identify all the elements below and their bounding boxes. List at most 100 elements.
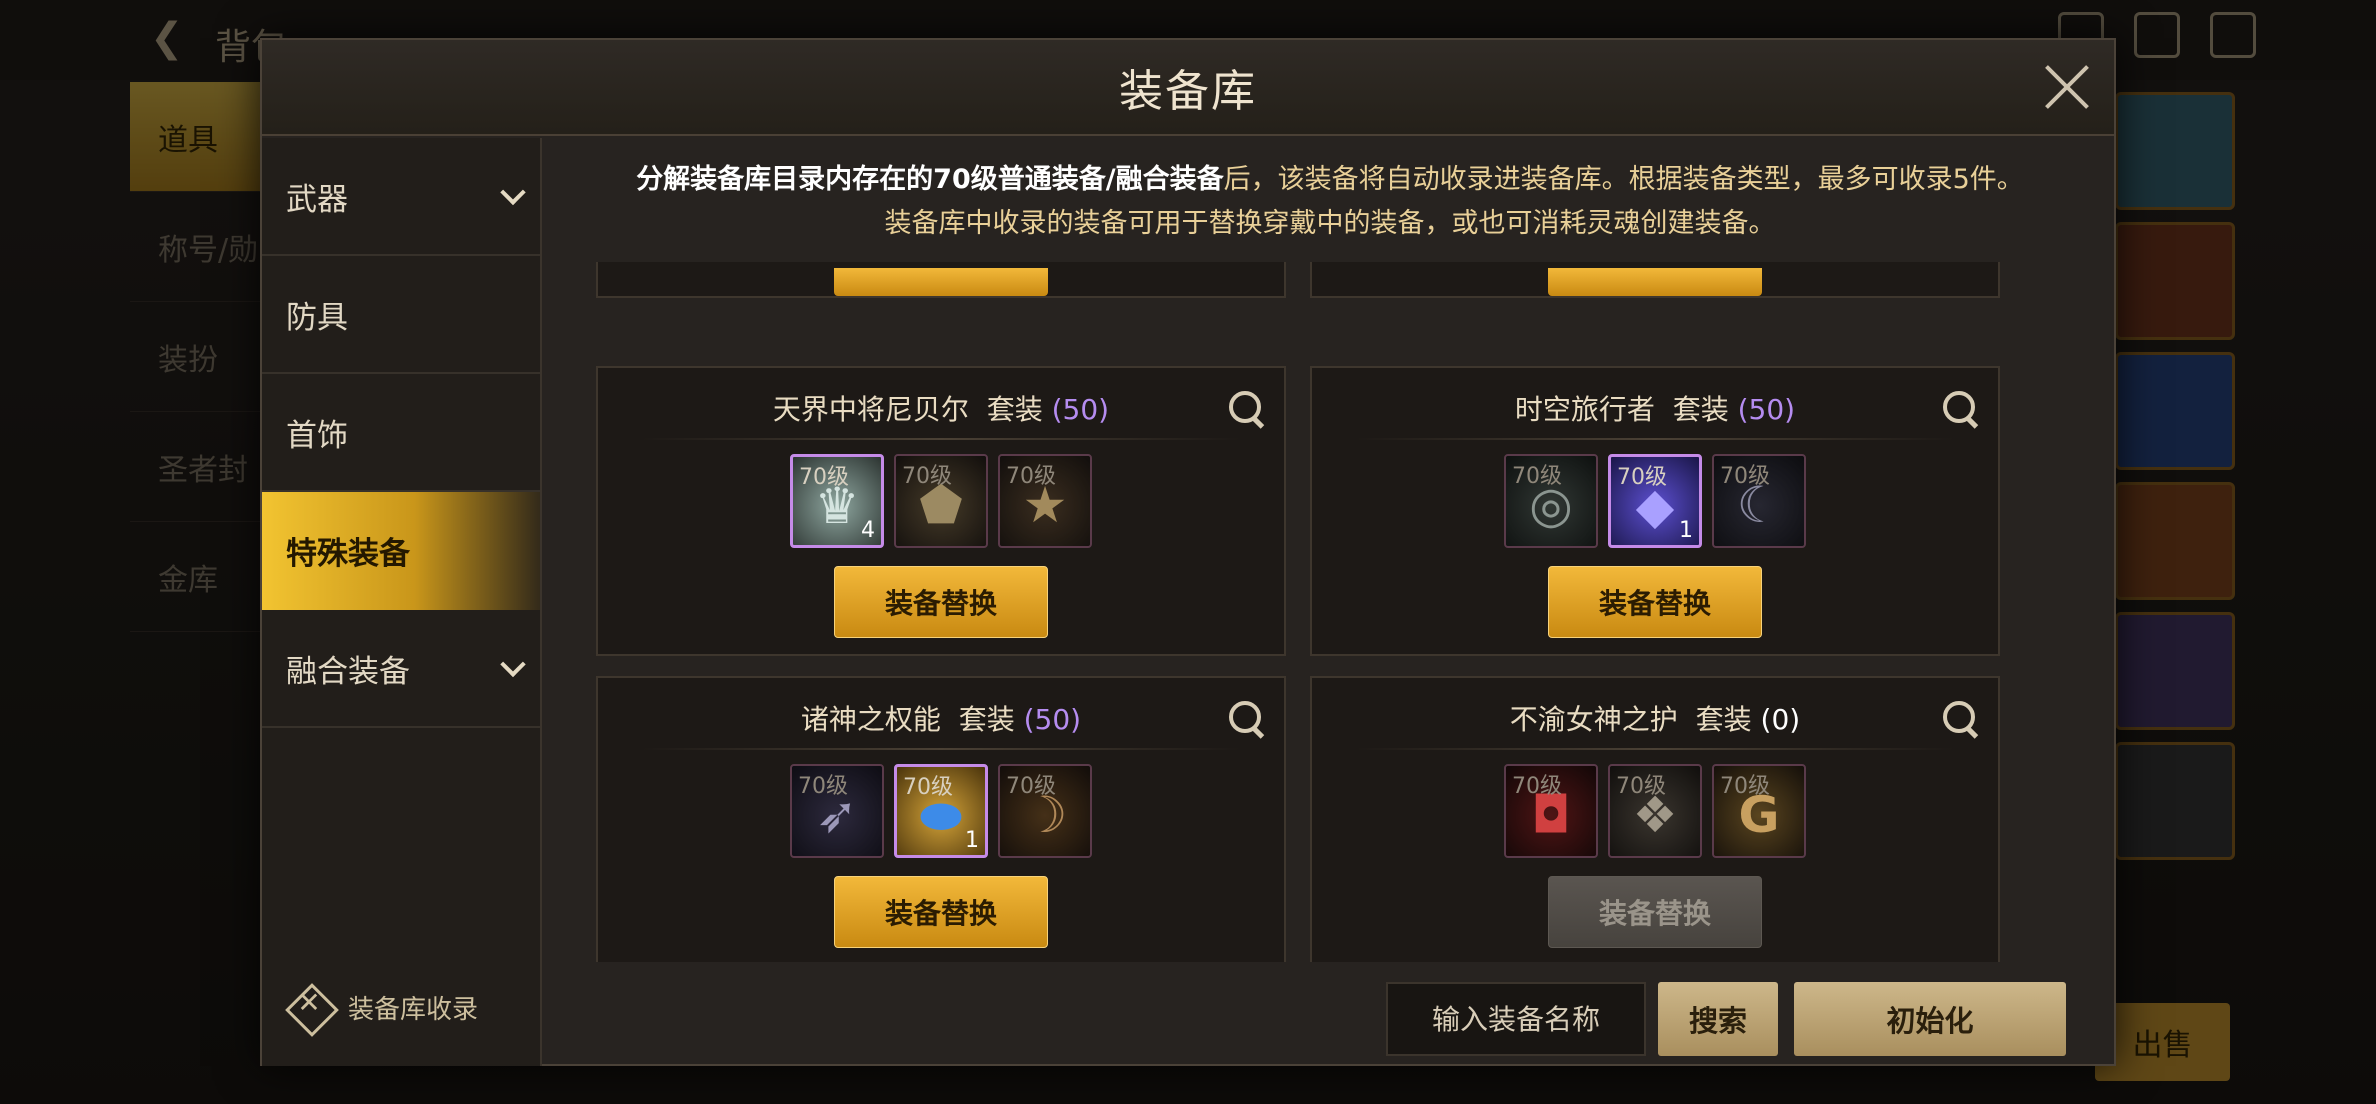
search-icon[interactable] bbox=[1938, 386, 1982, 430]
item-slots: 70级 ◘ 70级 ❖ 70级 G bbox=[1312, 764, 1998, 858]
library-collection-label: 装备库收录 bbox=[348, 994, 479, 1025]
divider bbox=[1356, 438, 1954, 440]
set-name: 不渝女神之护 bbox=[1509, 703, 1678, 736]
notice-text: 后，该装备将自动收录进装备库。根据装备类型，最多可收录5件。 bbox=[1223, 164, 2024, 195]
set-count: (0) bbox=[1760, 703, 1801, 736]
inventory-slot[interactable] bbox=[2115, 612, 2235, 730]
set-card: 诸神之权能 套装 (50) 70级 ➶ 70级 ⬬ 1 70级 ☽ 装备替换 bbox=[596, 676, 1286, 962]
item-slot[interactable]: 70级 ◎ bbox=[1504, 454, 1598, 548]
close-icon[interactable] bbox=[2042, 62, 2092, 112]
sidebar-item-label: 首饰 bbox=[286, 417, 348, 454]
item-level: 70级 bbox=[902, 464, 952, 489]
chevron-down-icon bbox=[500, 179, 526, 206]
back-arrow-icon[interactable]: ❮ bbox=[150, 15, 184, 61]
sidebar-item-label: 武器 bbox=[286, 181, 348, 218]
item-level: 70级 bbox=[903, 775, 953, 800]
item-count: 1 bbox=[965, 828, 979, 853]
set-name: 时空旅行者 bbox=[1514, 393, 1655, 426]
modal-header: 装备库 bbox=[262, 40, 2114, 136]
replace-button-partial[interactable] bbox=[1548, 268, 1762, 296]
set-card: 不渝女神之护 套装 (0) 70级 ◘ 70级 ❖ 70级 G 装备替换 bbox=[1310, 676, 2000, 962]
item-count: 1 bbox=[1679, 518, 1693, 543]
inventory-slot[interactable] bbox=[2115, 222, 2235, 340]
sidebar-item-weapon[interactable]: 武器 bbox=[262, 138, 540, 256]
inventory-slot[interactable] bbox=[2115, 742, 2235, 860]
background-tab[interactable]: 金库 bbox=[130, 522, 260, 632]
background-tab[interactable]: 称号/勋 bbox=[130, 192, 260, 302]
sidebar-item-armor[interactable]: 防具 bbox=[262, 256, 540, 374]
search-input[interactable] bbox=[1386, 982, 1646, 1056]
item-slot[interactable]: 70级 ⬟ bbox=[894, 454, 988, 548]
divider bbox=[642, 438, 1240, 440]
replace-button[interactable]: 装备替换 bbox=[834, 876, 1048, 948]
set-count: (50) bbox=[1051, 393, 1110, 426]
set-card-list[interactable]: 天界中将尼贝尔 套装 (50) 70级 ♛ 4 70级 ⬟ 70级 ★ 装备替换… bbox=[544, 262, 2116, 962]
inventory-slot[interactable] bbox=[2115, 482, 2235, 600]
item-slot[interactable]: 70级 ◘ bbox=[1504, 764, 1598, 858]
menu-icon[interactable] bbox=[2134, 12, 2180, 58]
item-level: 70级 bbox=[1616, 774, 1666, 799]
replace-button[interactable]: 装备替换 bbox=[1548, 566, 1762, 638]
set-title: 天界中将尼贝尔 套装 (50) bbox=[598, 388, 1284, 428]
background-tab[interactable]: 道具 bbox=[130, 82, 260, 192]
divider bbox=[642, 748, 1240, 750]
set-title: 不渝女神之护 套装 (0) bbox=[1312, 698, 1998, 738]
set-suffix: 套装 bbox=[1672, 393, 1729, 426]
chevron-down-icon bbox=[500, 651, 526, 678]
set-name: 天界中将尼贝尔 bbox=[772, 393, 969, 426]
set-count: (50) bbox=[1737, 393, 1796, 426]
item-slots: 70级 ◎ 70级 ◆ 1 70级 ☾ bbox=[1312, 454, 1998, 548]
item-level: 70级 bbox=[1617, 465, 1667, 490]
sidebar-item-special[interactable]: 特殊装备 bbox=[262, 492, 540, 610]
library-collection-link[interactable]: 装备库收录 bbox=[284, 982, 478, 1032]
search-icon[interactable] bbox=[1224, 696, 1268, 740]
search-icon[interactable] bbox=[1938, 696, 1982, 740]
item-level: 70级 bbox=[798, 774, 848, 799]
reset-button[interactable]: 初始化 bbox=[1794, 982, 2066, 1056]
search-icon[interactable] bbox=[1224, 386, 1268, 430]
replace-button-partial[interactable] bbox=[834, 268, 1048, 296]
item-slot[interactable]: 70级 ➶ bbox=[790, 764, 884, 858]
replace-button[interactable]: 装备替换 bbox=[834, 566, 1048, 638]
set-card-partial bbox=[596, 262, 1286, 298]
item-slot[interactable]: 70级 ☾ bbox=[1712, 454, 1806, 548]
item-count: 4 bbox=[861, 518, 875, 543]
sidebar-item-label: 防具 bbox=[286, 299, 348, 336]
search-button[interactable]: 搜索 bbox=[1658, 982, 1778, 1056]
item-slot[interactable]: 70级 ♛ 4 bbox=[790, 454, 884, 548]
chat-icon[interactable] bbox=[2210, 12, 2256, 58]
item-level: 70级 bbox=[1720, 464, 1770, 489]
equipment-library-modal: 装备库 武器 防具 首饰 特殊装备 融合装备 装备库收录 分解装备库目录内存在的… bbox=[260, 38, 2116, 1066]
background-tabs: 道具 称号/勋 装扮 圣者封 金库 bbox=[130, 82, 260, 1062]
replace-button[interactable]: 装备替换 bbox=[1548, 876, 1762, 948]
item-slot[interactable]: 70级 ☽ bbox=[998, 764, 1092, 858]
item-slots: 70级 ➶ 70级 ⬬ 1 70级 ☽ bbox=[598, 764, 1284, 858]
item-level: 70级 bbox=[1006, 464, 1056, 489]
item-slot[interactable]: 70级 ⬬ 1 bbox=[894, 764, 988, 858]
item-slot[interactable]: 70级 ❖ bbox=[1608, 764, 1702, 858]
notice-line-1: 分解装备库目录内存在的70级普通装备/融合装备后，该装备将自动收录进装备库。根据… bbox=[544, 158, 2116, 202]
item-level: 70级 bbox=[1512, 774, 1562, 799]
set-title: 诸神之权能 套装 (50) bbox=[598, 698, 1284, 738]
inventory-slot[interactable] bbox=[2115, 92, 2235, 210]
collection-icon bbox=[284, 982, 334, 1032]
sidebar-item-fusion[interactable]: 融合装备 bbox=[262, 610, 540, 728]
sidebar-item-label: 融合装备 bbox=[286, 653, 410, 690]
sidebar-item-label: 特殊装备 bbox=[286, 535, 410, 572]
item-slot[interactable]: 70级 ◆ 1 bbox=[1608, 454, 1702, 548]
background-tab[interactable]: 圣者封 bbox=[130, 412, 260, 522]
item-level: 70级 bbox=[1720, 774, 1770, 799]
set-count: (50) bbox=[1023, 703, 1082, 736]
category-sidebar: 武器 防具 首饰 特殊装备 融合装备 装备库收录 bbox=[262, 138, 542, 1066]
modal-title: 装备库 bbox=[1119, 66, 1257, 117]
set-suffix: 套装 bbox=[958, 703, 1015, 736]
item-slot[interactable]: 70级 ★ bbox=[998, 454, 1092, 548]
sidebar-item-accessory[interactable]: 首饰 bbox=[262, 374, 540, 492]
item-level: 70级 bbox=[1006, 774, 1056, 799]
background-tab[interactable]: 装扮 bbox=[130, 302, 260, 412]
inventory-slot[interactable] bbox=[2115, 352, 2235, 470]
set-card: 天界中将尼贝尔 套装 (50) 70级 ♛ 4 70级 ⬟ 70级 ★ 装备替换 bbox=[596, 366, 1286, 656]
item-slot[interactable]: 70级 G bbox=[1712, 764, 1806, 858]
set-title: 时空旅行者 套装 (50) bbox=[1312, 388, 1998, 428]
bottom-bar: 搜索 初始化 bbox=[544, 970, 2116, 1066]
